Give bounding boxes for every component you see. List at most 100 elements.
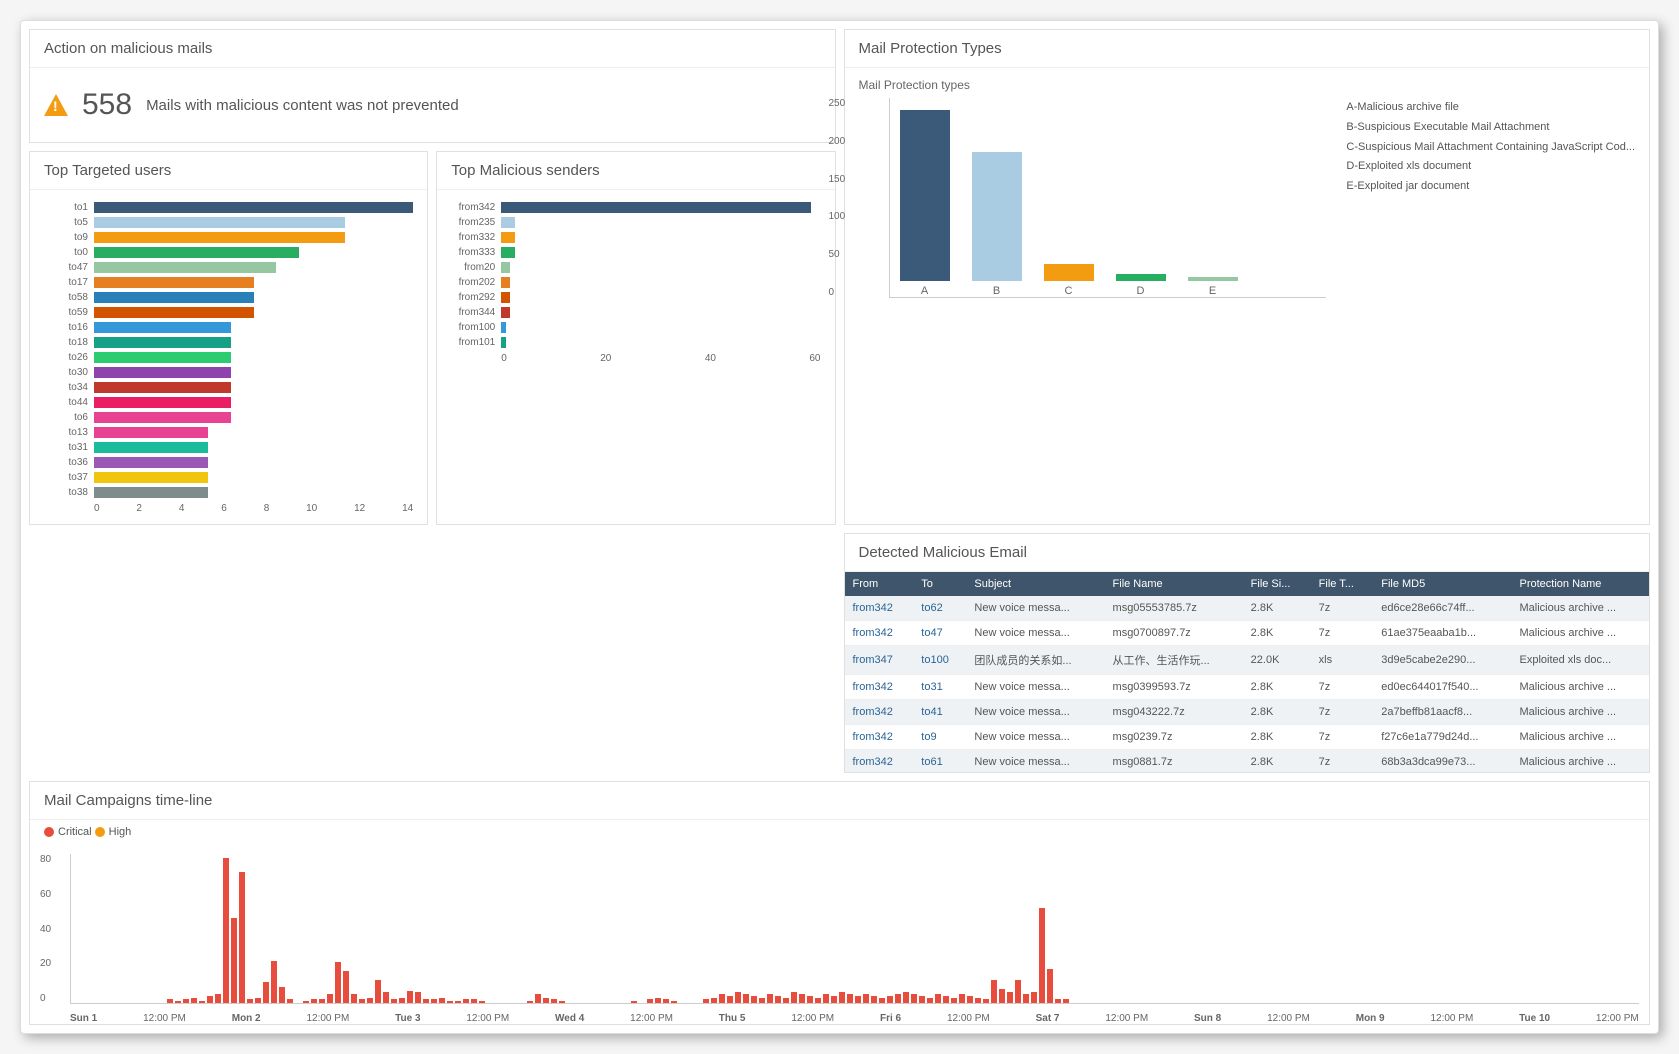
timeline-bar[interactable]	[559, 1001, 565, 1003]
timeline-bar[interactable]	[391, 999, 397, 1003]
timeline-bar[interactable]	[239, 872, 245, 1003]
timeline-bar[interactable]	[287, 999, 293, 1003]
timeline-bar[interactable]	[743, 994, 749, 1003]
protection-types-chart[interactable]: ABCDE	[889, 98, 1327, 298]
timeline-bar[interactable]	[319, 999, 325, 1003]
timeline-bar[interactable]	[1055, 999, 1061, 1003]
hbar-row-from292[interactable]: from292	[451, 290, 820, 304]
timeline-bar[interactable]	[655, 998, 661, 1003]
timeline-bar[interactable]	[919, 996, 925, 1003]
timeline-bar[interactable]	[703, 999, 709, 1003]
timeline-bar[interactable]	[751, 996, 757, 1003]
timeline-bar[interactable]	[839, 992, 845, 1003]
hbar-row-to1[interactable]: to1	[44, 200, 413, 214]
hbar-row-from235[interactable]: from235	[451, 215, 820, 229]
hbar-row-from342[interactable]: from342	[451, 200, 820, 214]
timeline-bar[interactable]	[215, 994, 221, 1003]
timeline-bar[interactable]	[831, 996, 837, 1003]
timeline-bar[interactable]	[279, 987, 285, 1003]
timeline-bar[interactable]	[935, 994, 941, 1003]
hbar-row-to0[interactable]: to0	[44, 245, 413, 259]
timeline-bar[interactable]	[399, 998, 405, 1003]
timeline-bar[interactable]	[991, 980, 997, 1003]
targeted-users-chart[interactable]: to1to5to9to0to47to17to58to59to16to18to26…	[44, 200, 413, 499]
hbar-row-from332[interactable]: from332	[451, 230, 820, 244]
timeline-bar[interactable]	[359, 999, 365, 1003]
col-header[interactable]: Subject	[966, 572, 1104, 596]
timeline-bar[interactable]	[375, 980, 381, 1003]
vbar-A[interactable]: A	[900, 110, 950, 297]
timeline-bar[interactable]	[1063, 999, 1069, 1003]
timeline-bar[interactable]	[183, 999, 189, 1003]
timeline-bar[interactable]	[767, 994, 773, 1003]
timeline-bar[interactable]	[479, 1001, 485, 1003]
timeline-bar[interactable]	[1031, 992, 1037, 1003]
timeline-bar[interactable]	[327, 994, 333, 1003]
timeline-bar[interactable]	[447, 1001, 453, 1003]
hbar-row-to58[interactable]: to58	[44, 290, 413, 304]
timeline-bar[interactable]	[263, 982, 269, 1003]
timeline-bar[interactable]	[231, 918, 237, 1003]
timeline-bar[interactable]	[423, 999, 429, 1003]
hbar-row-to38[interactable]: to38	[44, 485, 413, 499]
timeline-bar[interactable]	[415, 992, 421, 1003]
timeline-bar[interactable]	[463, 999, 469, 1003]
timeline-bar[interactable]	[855, 996, 861, 1003]
hbar-row-to18[interactable]: to18	[44, 335, 413, 349]
vbar-D[interactable]: D	[1116, 274, 1166, 297]
hbar-row-to36[interactable]: to36	[44, 455, 413, 469]
col-header[interactable]: Protection Name	[1511, 572, 1649, 596]
hbar-row-to34[interactable]: to34	[44, 380, 413, 394]
table-row[interactable]: from342to47New voice messa...msg0700897.…	[845, 621, 1650, 646]
timeline-bar[interactable]	[999, 989, 1005, 1003]
timeline-bar[interactable]	[663, 999, 669, 1003]
timeline-bar[interactable]	[895, 994, 901, 1003]
hbar-row-to44[interactable]: to44	[44, 395, 413, 409]
timeline-bar[interactable]	[735, 992, 741, 1003]
timeline-bar[interactable]	[759, 998, 765, 1003]
timeline-bar[interactable]	[271, 961, 277, 1003]
hbar-row-to37[interactable]: to37	[44, 470, 413, 484]
hbar-row-to17[interactable]: to17	[44, 275, 413, 289]
timeline-bar[interactable]	[815, 998, 821, 1003]
timeline-bar[interactable]	[1047, 969, 1053, 1003]
timeline-bar[interactable]	[719, 994, 725, 1003]
hbar-row-to9[interactable]: to9	[44, 230, 413, 244]
timeline-bar[interactable]	[191, 998, 197, 1003]
col-header[interactable]: File Name	[1105, 572, 1243, 596]
col-header[interactable]: From	[845, 572, 914, 596]
vbar-E[interactable]: E	[1188, 277, 1238, 297]
timeline-bar[interactable]	[527, 1001, 533, 1003]
timeline-bar[interactable]	[207, 996, 213, 1003]
col-header[interactable]: To	[913, 572, 966, 596]
hbar-row-to47[interactable]: to47	[44, 260, 413, 274]
hbar-row-from344[interactable]: from344	[451, 305, 820, 319]
timeline-bar[interactable]	[175, 1001, 181, 1003]
hbar-row-to5[interactable]: to5	[44, 215, 413, 229]
timeline-bar[interactable]	[943, 996, 949, 1003]
timeline-bar[interactable]	[247, 999, 253, 1003]
timeline-bar[interactable]	[647, 999, 653, 1003]
timeline-bar[interactable]	[791, 992, 797, 1003]
timeline-bar[interactable]	[727, 996, 733, 1003]
hbar-row-to16[interactable]: to16	[44, 320, 413, 334]
timeline-bar[interactable]	[775, 996, 781, 1003]
timeline-bar[interactable]	[887, 996, 893, 1003]
timeline-bar[interactable]	[847, 994, 853, 1003]
timeline-bar[interactable]	[351, 994, 357, 1003]
timeline-bar[interactable]	[1039, 908, 1045, 1003]
timeline-bar[interactable]	[807, 996, 813, 1003]
timeline-bar[interactable]	[167, 999, 173, 1003]
timeline-bar[interactable]	[1007, 992, 1013, 1003]
timeline-bar[interactable]	[551, 999, 557, 1003]
timeline-bar[interactable]	[431, 999, 437, 1003]
hbar-row-from20[interactable]: from20	[451, 260, 820, 274]
timeline-bar[interactable]	[223, 858, 229, 1003]
timeline-bar[interactable]	[407, 991, 413, 1003]
malicious-senders-chart[interactable]: from342from235from332from333from20from20…	[451, 200, 820, 349]
hbar-row-to59[interactable]: to59	[44, 305, 413, 319]
timeline-bar[interactable]	[871, 996, 877, 1003]
timeline-bar[interactable]	[671, 1001, 677, 1003]
timeline-bar[interactable]	[927, 998, 933, 1003]
timeline-bar[interactable]	[967, 996, 973, 1003]
